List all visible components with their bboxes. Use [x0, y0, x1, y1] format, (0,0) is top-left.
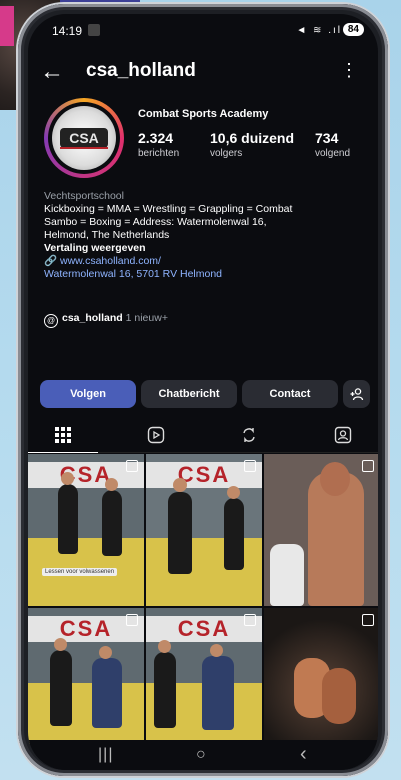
post-figure-head — [61, 472, 74, 485]
contact-button[interactable]: Contact — [242, 380, 338, 408]
profile-username: csa_holland — [86, 60, 196, 81]
status-icons: ◄ ≋ .ıl — [296, 25, 342, 36]
home-icon[interactable]: ○ — [196, 746, 206, 764]
post-thumbnail[interactable]: CSA — [146, 454, 262, 606]
recent-apps-icon[interactable]: ||| — [98, 746, 113, 764]
system-navigation-bar: ||| ○ ‹ — [28, 740, 378, 770]
tab-reels[interactable] — [121, 418, 191, 452]
follow-button[interactable]: Volgen — [40, 380, 136, 408]
stat-posts-value: 2.324 — [138, 130, 174, 146]
post-figure-head — [210, 644, 223, 657]
tab-tagged[interactable] — [308, 418, 378, 452]
reels-icon — [147, 426, 165, 444]
post-thumbnail[interactable]: CSA — [28, 608, 144, 744]
post-figure — [202, 656, 234, 730]
video-indicator-icon — [244, 614, 256, 626]
status-bar: 14:19 ◄ ≋ .ıl 84 — [28, 14, 378, 44]
threads-badge[interactable]: @ csa_holland 1 nieuw+ — [44, 312, 168, 328]
threads-plus: + — [161, 312, 168, 324]
csa-logo-icon: CSA — [60, 128, 108, 149]
website-link[interactable]: 🔗 www.csaholland.com/ — [44, 255, 374, 268]
post-figure-head — [173, 478, 187, 492]
profile-full-name: Combat Sports Academy — [138, 108, 269, 120]
threads-handle: csa_holland — [62, 312, 123, 324]
post-figure-head — [105, 478, 118, 491]
tab-reposts[interactable] — [214, 418, 284, 452]
post-thumbnail[interactable] — [264, 608, 378, 744]
link-icon: 🔗 — [44, 255, 60, 267]
profile-header: ← csa_holland ⋮ — [28, 58, 378, 88]
avatar[interactable]: CSA — [44, 98, 124, 178]
message-button[interactable]: Chatbericht — [141, 380, 237, 408]
notification-icon — [88, 24, 100, 36]
status-time: 14:19 — [52, 24, 83, 38]
background-accent — [0, 6, 14, 46]
post-figure — [102, 490, 122, 556]
stat-following-value: 734 — [315, 130, 339, 146]
post-thumbnail[interactable] — [264, 454, 378, 606]
stat-followers-value: 10,6 duizend — [210, 130, 295, 146]
post-figure — [270, 544, 304, 606]
profile-bio: Vechtsportschool Kickboxing = MMA = Wres… — [44, 190, 374, 281]
post-grid: CSA Lessen voor volwassenen CSA CSA CSA — [28, 454, 378, 744]
post-figure — [154, 652, 176, 728]
tagged-user-icon — [334, 426, 352, 444]
stat-posts[interactable]: 2.324 berichten — [138, 130, 179, 159]
stat-following-label: volgend — [315, 148, 351, 159]
phone-screen: 14:19 ◄ ≋ .ıl 84 ← csa_holland ⋮ CSA Com… — [28, 14, 378, 770]
post-figure-head — [158, 640, 171, 653]
post-figure-head — [54, 638, 67, 651]
suggest-user-button[interactable] — [343, 380, 370, 408]
video-indicator-icon — [244, 460, 256, 472]
video-indicator-icon — [126, 614, 138, 626]
profile-tabs — [28, 418, 378, 453]
avatar-logo: CSA — [52, 106, 116, 170]
post-figure-head — [99, 646, 112, 659]
stat-followers[interactable]: 10,6 duizend volgers — [210, 130, 294, 159]
bio-line-1: Kickboxing = MMA = Wrestling = Grappling… — [44, 203, 293, 215]
post-figure — [322, 668, 356, 724]
address-link[interactable]: Watermolenwal 16, 5701 RV Helmond — [44, 268, 374, 281]
video-indicator-icon — [126, 460, 138, 472]
bio-line-3: Helmond, The Netherlands — [44, 229, 170, 241]
grid-icon — [55, 427, 71, 443]
video-indicator-icon — [362, 460, 374, 472]
post-figure — [224, 498, 244, 570]
add-person-icon — [350, 388, 363, 401]
translate-link[interactable]: Vertaling weergeven — [44, 242, 374, 255]
post-figure-head — [227, 486, 240, 499]
post-thumbnail[interactable]: CSA — [146, 608, 262, 744]
website-link-text: www.csaholland.com/ — [60, 255, 161, 267]
stat-posts-label: berichten — [138, 148, 180, 159]
stat-following[interactable]: 734 volgend — [315, 130, 350, 159]
nav-back-icon[interactable]: ‹ — [300, 743, 307, 766]
post-figure — [50, 650, 72, 726]
battery-icon: 84 — [342, 23, 364, 36]
threads-new-count: 1 nieuw — [125, 312, 162, 324]
more-options-icon[interactable]: ⋮ — [340, 60, 358, 80]
post-figure — [92, 658, 122, 728]
tab-grid[interactable] — [28, 418, 98, 453]
post-figure — [58, 484, 78, 554]
threads-icon: @ — [44, 314, 58, 328]
profile-actions: Volgen Chatbericht Contact — [40, 380, 370, 410]
bio-category: Vechtsportschool — [44, 190, 124, 202]
repost-icon — [243, 428, 255, 442]
post-figure-head — [320, 462, 350, 496]
video-indicator-icon — [362, 614, 374, 626]
avatar-border: CSA — [48, 102, 120, 174]
post-mat — [146, 537, 262, 606]
profile-stats: 2.324 berichten 10,6 duizend volgers 734… — [138, 130, 368, 170]
post-figure — [168, 492, 192, 574]
svg-text:CSA: CSA — [69, 130, 99, 146]
post-thumbnail[interactable]: CSA Lessen voor volwassenen — [28, 454, 144, 606]
post-mat — [28, 682, 144, 744]
stat-followers-label: volgers — [210, 148, 243, 159]
bio-line-2: Sambo = Boxing = Address: Watermolenwal … — [44, 216, 267, 228]
post-caption: Lessen voor volwassenen — [42, 568, 118, 576]
back-arrow-icon[interactable]: ← — [40, 58, 64, 86]
